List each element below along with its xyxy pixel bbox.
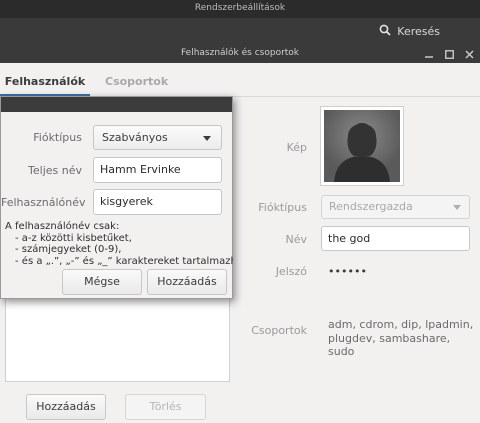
app-titlebar: Rendszerbeállítások xyxy=(0,0,480,18)
window-controls xyxy=(424,45,474,63)
chevron-down-icon xyxy=(203,136,211,141)
account-type-combo[interactable]: Rendszergazda xyxy=(321,195,470,219)
username-hint: A felhasználónév csak: - a-z közötti kis… xyxy=(5,221,233,267)
hint-line-2: - számjegyeket (0-9), xyxy=(15,244,122,255)
hint-line-1: - a-z közötti kisbetűket, xyxy=(15,232,132,244)
dialog-account-type-label: Fióktípus xyxy=(33,131,82,144)
hint-title: A felhasználónév csak: xyxy=(5,221,120,232)
hint-line-3: - és a „.”, „-” és „_” karaktereket tart… xyxy=(15,255,233,267)
groups-label: Csoportok xyxy=(251,324,307,337)
picture-label: Kép xyxy=(286,141,307,154)
full-name-label: Teljes név xyxy=(28,164,82,177)
username-label: Felhasználónév xyxy=(1,196,86,209)
app-toolbar: Keresés xyxy=(0,18,480,45)
account-type-label: Fióktípus xyxy=(258,201,307,214)
account-type-value: Rendszergazda xyxy=(329,200,413,213)
name-label: Név xyxy=(285,233,307,246)
dialog-cancel-button[interactable]: Mégse xyxy=(62,269,142,295)
password-value[interactable]: •••••• xyxy=(328,265,367,278)
groups-line-1[interactable]: adm, cdrom, dip, lpadmin, xyxy=(328,318,473,331)
minimize-icon[interactable] xyxy=(424,49,434,59)
search-label: Keresés xyxy=(397,25,440,38)
groups-line-2[interactable]: plugdev, sambashare, sudo xyxy=(328,332,480,358)
tab-groups[interactable]: Csoportok xyxy=(105,67,168,97)
close-icon[interactable] xyxy=(464,49,474,59)
maximize-icon[interactable] xyxy=(444,49,454,59)
name-field[interactable]: the god xyxy=(321,226,470,251)
user-silhouette-icon xyxy=(324,110,400,182)
chevron-down-icon xyxy=(453,205,461,210)
user-list[interactable] xyxy=(5,296,230,382)
dialog-account-type-value: Szabványos xyxy=(102,131,168,144)
full-name-field[interactable]: Hamm Ervinke xyxy=(93,157,222,183)
add-user-dialog: Fióktípus Szabványos Teljes név Hamm Erv… xyxy=(0,96,233,299)
search-button[interactable]: Keresés xyxy=(379,18,440,45)
password-label: Jelszó xyxy=(275,265,307,278)
dialog-account-type-combo[interactable]: Szabványos xyxy=(93,125,222,150)
username-field[interactable]: kisgyerek xyxy=(93,189,222,215)
dialog-add-button[interactable]: Hozzáadás xyxy=(147,269,227,295)
tab-users[interactable]: Felhasználók xyxy=(0,67,90,97)
avatar[interactable] xyxy=(320,106,404,186)
add-user-button[interactable]: Hozzáadás xyxy=(26,394,106,420)
delete-user-button: Törlés xyxy=(125,394,206,420)
tab-bar: Felhasználók Csoportok xyxy=(0,67,480,97)
search-icon xyxy=(379,24,391,39)
window-title: Felhasználók és csoportok xyxy=(0,45,480,63)
dialog-header xyxy=(1,97,232,112)
